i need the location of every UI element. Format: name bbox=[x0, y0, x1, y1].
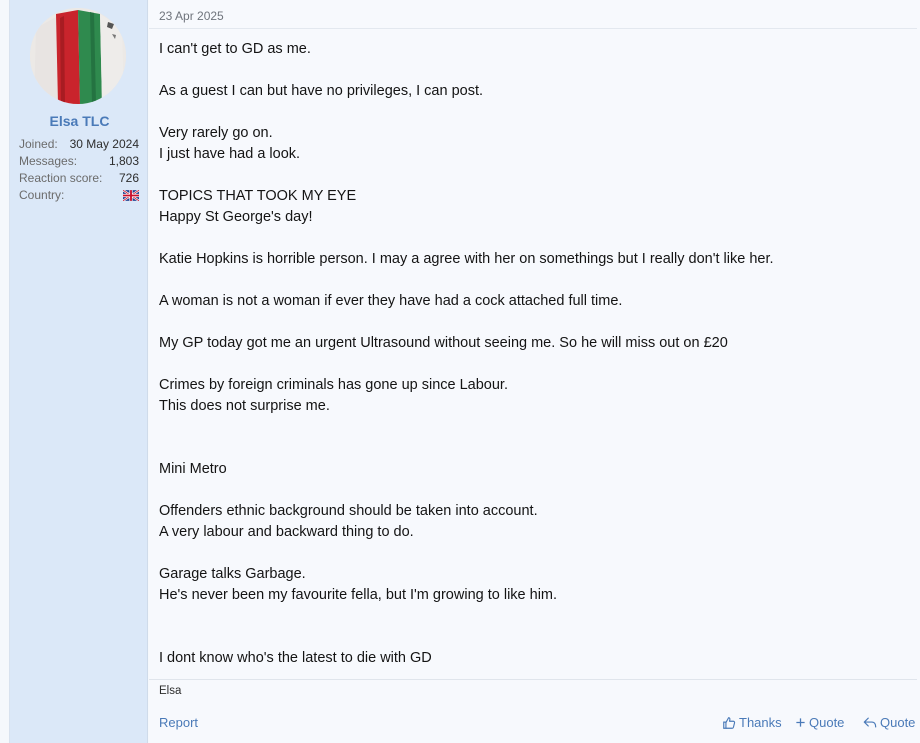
quote-button[interactable]: Quote bbox=[863, 715, 915, 730]
thanks-button[interactable]: Thanks bbox=[722, 715, 782, 730]
post-line: This does not surprise me. bbox=[159, 398, 330, 414]
post-line: Mini Metro bbox=[159, 461, 227, 477]
plus-icon bbox=[796, 718, 805, 727]
signature: Elsa bbox=[159, 685, 182, 697]
post-line: TOPICS THAT TOOK MY EYE bbox=[159, 188, 357, 204]
user-stats: Joined: 30 May 2024 Messages: 1,803 Reac… bbox=[19, 136, 139, 204]
stat-value: 726 bbox=[118, 171, 139, 185]
post-line: Garage talks Garbage. bbox=[159, 566, 306, 582]
quote-label: Quote bbox=[880, 715, 916, 730]
stat-value: 30 May 2024 bbox=[69, 137, 139, 151]
thumbs-up-icon bbox=[723, 716, 736, 729]
divider bbox=[149, 28, 917, 29]
post-line: Offenders ethnic background should be ta… bbox=[159, 503, 538, 519]
stat-label: Country: bbox=[19, 188, 65, 202]
stat-label: Messages: bbox=[19, 154, 78, 168]
report-link[interactable]: Report bbox=[159, 715, 198, 730]
post-date[interactable]: 23 Apr 2025 bbox=[159, 9, 224, 23]
post-line: A woman is not a woman if ever they have… bbox=[159, 293, 623, 309]
message-panel: 23 Apr 2025 I can't get to GD as me. As a… bbox=[149, 0, 920, 743]
post-line: He's never been my favourite fella, but … bbox=[159, 587, 558, 603]
stat-reaction-score: Reaction score: 726 bbox=[19, 170, 139, 187]
username[interactable]: Elsa TLC bbox=[10, 113, 149, 129]
user-info-panel: Elsa TLC Joined: 30 May 2024 Messages: 1… bbox=[9, 0, 148, 743]
post-actions: Report Thanks Quote Quote bbox=[149, 713, 920, 733]
post-line: Katie Hopkins is horrible person. I may … bbox=[159, 251, 774, 267]
avatar-image bbox=[30, 8, 126, 104]
post-line: Happy St George's day! bbox=[159, 209, 313, 225]
quote-add-label: Quote bbox=[809, 715, 845, 730]
divider bbox=[149, 679, 917, 680]
multi-quote-button[interactable]: Quote bbox=[795, 715, 844, 730]
stat-messages: Messages: 1,803 bbox=[19, 153, 139, 170]
avatar[interactable] bbox=[30, 8, 126, 104]
post-line: I dont know who's the latest to die with… bbox=[159, 650, 432, 666]
post-body: I can't get to GD as me. As a guest I can… bbox=[159, 39, 909, 669]
post-line: As a guest I can but have no privileges,… bbox=[159, 83, 484, 99]
post-line: A very labour and backward thing to do. bbox=[159, 524, 414, 540]
reply-icon bbox=[863, 717, 877, 728]
post-line: Crimes by foreign criminals has gone up … bbox=[159, 377, 508, 393]
uk-flag-icon bbox=[123, 190, 139, 201]
stat-label: Joined: bbox=[19, 137, 58, 151]
stat-label: Reaction score: bbox=[19, 171, 103, 185]
post-line: I just have had a look. bbox=[159, 146, 301, 162]
stat-joined: Joined: 30 May 2024 bbox=[19, 136, 139, 153]
post-line: I can't get to GD as me. bbox=[159, 41, 311, 57]
post-line: Very rarely go on. bbox=[159, 125, 273, 141]
stat-value[interactable]: 1,803 bbox=[109, 153, 139, 170]
stat-country: Country: bbox=[19, 187, 139, 204]
thanks-label: Thanks bbox=[739, 715, 782, 730]
post-line: My GP today got me an urgent Ultrasound … bbox=[159, 335, 728, 351]
